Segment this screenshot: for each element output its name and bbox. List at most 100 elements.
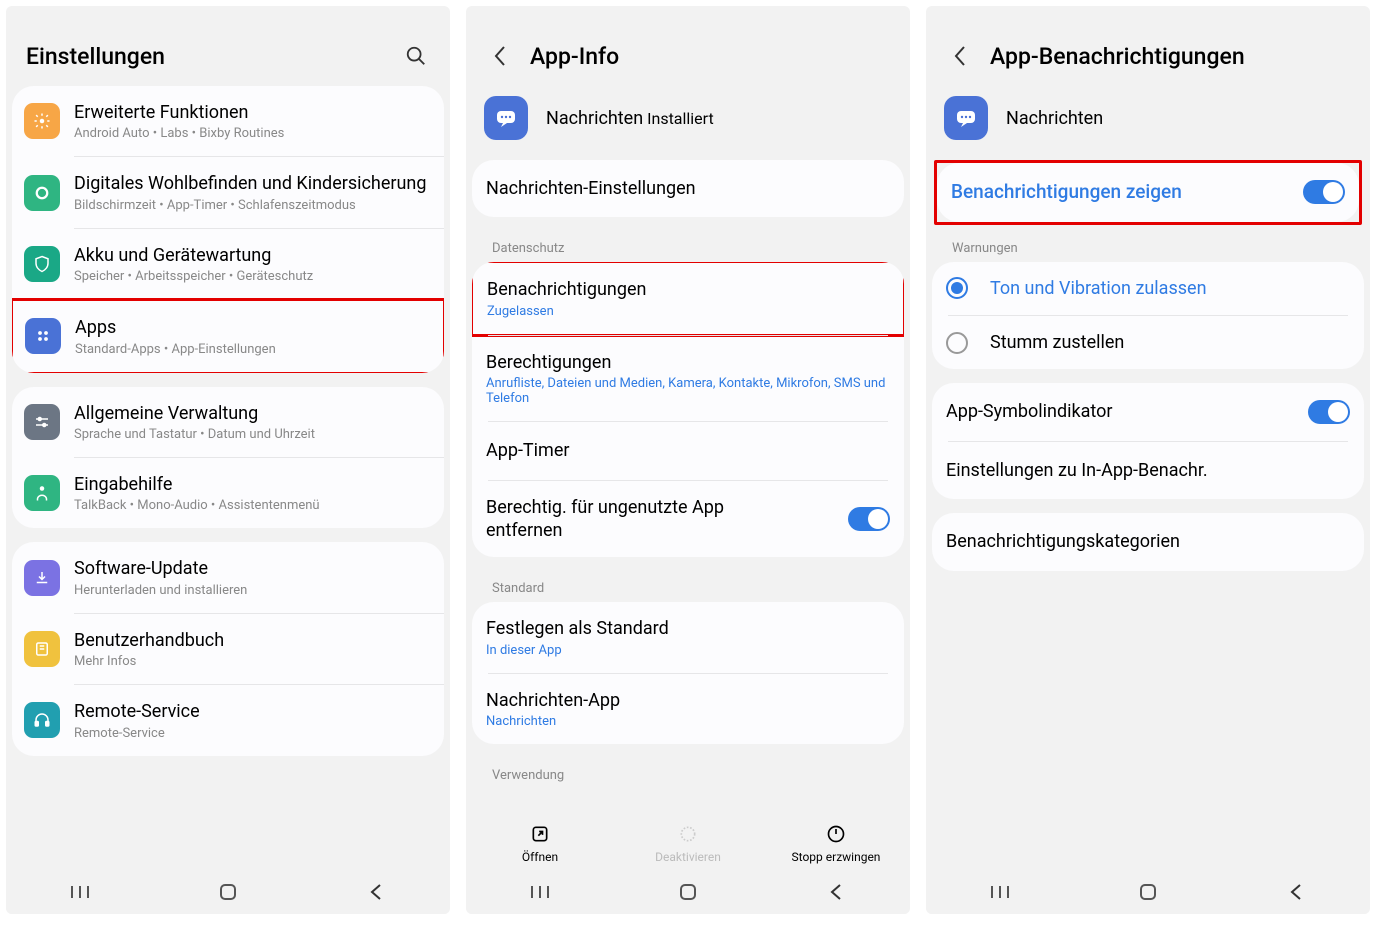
item-label: Berechtig. für ungenutzte App entfernen [486, 496, 766, 543]
setting-item-wohlbefinden[interactable]: Digitales Wohlbefinden und Kindersicheru… [12, 157, 444, 227]
app-name: Nachrichten [1006, 108, 1103, 129]
toggle-show-notif[interactable] [1303, 180, 1345, 204]
nav-back-button[interactable] [821, 882, 851, 902]
setting-item-handbuch[interactable]: Benutzerhandbuch Mehr Infos [12, 614, 444, 684]
nav-home-button[interactable] [213, 882, 243, 902]
item-label: Digitales Wohlbefinden und Kindersicheru… [74, 172, 430, 195]
item-label: Einstellungen zu In-App-Benachr. [946, 457, 1350, 484]
stop-icon [826, 824, 846, 844]
item-sub: Standard-Apps • App-Einstellungen [75, 342, 429, 357]
item-label: Benachrichtigungskategorien [946, 528, 1350, 555]
ring-icon [24, 175, 60, 211]
item-sub: Zugelassen [487, 304, 889, 319]
nav-back-button[interactable] [361, 882, 391, 902]
categories-card: Benachrichtigungskategorien [932, 513, 1364, 570]
screen-app-notifications: App-Benachrichtigungen Nachrichten Benac… [926, 6, 1370, 914]
item-remove-unused[interactable]: Berechtig. für ungenutzte App entfernen [472, 481, 904, 558]
setting-item-remote[interactable]: Remote-Service Remote-Service [12, 685, 444, 755]
bottom-actions: Öffnen Deaktivieren Stopp erzwingen [466, 820, 910, 870]
page-title: App-Info [530, 43, 890, 70]
search-icon [405, 45, 427, 67]
nav-bar [6, 870, 450, 914]
setting-item-akku[interactable]: Akku und Gerätewartung Speicher • Arbeit… [12, 229, 444, 299]
item-sub: In dieser App [486, 643, 890, 658]
item-label: Erweiterte Funktionen [74, 101, 430, 124]
section-verwendung: Verwendung [472, 758, 904, 789]
alerts-card: Ton und Vibration zulassen Stumm zustell… [932, 262, 1364, 370]
item-benachrichtigungen[interactable]: Benachrichtigungen Zugelassen [473, 263, 903, 333]
app-status: Installiert [647, 109, 714, 128]
item-label: Benachrichtigungen [487, 278, 889, 301]
radio-silent[interactable] [946, 332, 968, 354]
nav-bar [466, 870, 910, 914]
open-icon [530, 824, 550, 844]
highlight-notif: Benachrichtigungen Zugelassen [472, 262, 904, 336]
setting-item-eingabehilfe[interactable]: Eingabehilfe TalkBack • Mono-Audio • Ass… [12, 458, 444, 528]
nav-bar [926, 870, 1370, 914]
page-title: Einstellungen [26, 43, 402, 70]
setting-item-apps[interactable]: Apps Standard-Apps • App-Einstellungen [13, 301, 443, 371]
section-warnungen: Warnungen [932, 231, 1364, 262]
item-inapp[interactable]: Einstellungen zu In-App-Benachr. [932, 442, 1364, 499]
item-app-timer[interactable]: App-Timer [472, 422, 904, 479]
header: App-Info [466, 6, 910, 86]
item-label: Apps [75, 316, 429, 339]
item-label: Software-Update [74, 557, 430, 580]
action-label: Öffnen [522, 850, 558, 864]
deactivate-icon [678, 824, 698, 844]
screen-settings: Einstellungen Erweiterte Funktionen Andr… [6, 6, 450, 914]
sliders-icon [24, 404, 60, 440]
item-berechtigungen[interactable]: Berechtigungen Anrufliste, Dateien und M… [472, 336, 904, 421]
item-badge[interactable]: App-Symbolindikator [932, 383, 1364, 440]
back-button[interactable] [946, 42, 974, 70]
header: App-Benachrichtigungen [926, 6, 1370, 86]
notif-body: Benachrichtigungen zeigen Warnungen Ton … [926, 160, 1370, 870]
item-label: Berechtigungen [486, 351, 890, 374]
radio-allow-sound[interactable] [946, 277, 968, 299]
settings-card: Nachrichten-Einstellungen [472, 160, 904, 217]
item-categories[interactable]: Benachrichtigungskategorien [932, 513, 1364, 570]
item-label: Festlegen als Standard [486, 617, 890, 640]
item-label: Remote-Service [74, 700, 430, 723]
item-show-notif[interactable]: Benachrichtigungen zeigen [937, 163, 1359, 222]
nav-recent-button[interactable] [65, 882, 95, 902]
toggle-remove-unused[interactable] [848, 507, 890, 531]
item-label: Ton und Vibration zulassen [990, 277, 1207, 300]
item-label: Stumm zustellen [990, 331, 1124, 354]
item-label: Benutzerhandbuch [74, 629, 430, 652]
person-icon [24, 475, 60, 511]
setting-item-verwaltung[interactable]: Allgemeine Verwaltung Sprache und Tastat… [12, 387, 444, 457]
nav-home-button[interactable] [1133, 882, 1163, 902]
setting-item-update[interactable]: Software-Update Herunterladen und instal… [12, 542, 444, 612]
item-msg-app[interactable]: Nachrichten-App Nachrichten [472, 674, 904, 744]
action-open[interactable]: Öffnen [467, 824, 614, 864]
back-button[interactable] [486, 42, 514, 70]
item-sub: TalkBack • Mono-Audio • Assistentenmenü [74, 498, 430, 513]
gear-icon [24, 103, 60, 139]
item-label: Benachrichtigungen zeigen [951, 178, 1293, 207]
std-card: Festlegen als Standard In dieser App Nac… [472, 602, 904, 744]
search-button[interactable] [402, 42, 430, 70]
item-allow-sound[interactable]: Ton und Vibration zulassen [932, 262, 1364, 315]
nav-recent-button[interactable] [525, 882, 555, 902]
action-force-stop[interactable]: Stopp erzwingen [763, 824, 910, 864]
setting-item-erweiterte-funktionen[interactable]: Erweiterte Funktionen Android Auto • Lab… [12, 86, 444, 156]
item-nachrichten-einstellungen[interactable]: Nachrichten-Einstellungen [472, 160, 904, 217]
settings-card: Software-Update Herunterladen und instal… [12, 542, 444, 755]
section-datenschutz: Datenschutz [472, 231, 904, 262]
action-label: Deaktivieren [655, 850, 721, 864]
action-label: Stopp erzwingen [792, 850, 881, 864]
item-set-default[interactable]: Festlegen als Standard In dieser App [472, 602, 904, 672]
item-silent[interactable]: Stumm zustellen [932, 316, 1364, 369]
header: Einstellungen [6, 6, 450, 86]
toggle-badge[interactable] [1308, 400, 1350, 424]
grid-icon [25, 318, 61, 354]
item-sub: Sprache und Tastatur • Datum und Uhrzeit [74, 427, 430, 442]
nav-home-button[interactable] [673, 882, 703, 902]
item-sub: Speicher • Arbeitsspeicher • Geräteschut… [74, 269, 430, 284]
app-summary: Nachrichten [926, 86, 1370, 160]
nav-back-button[interactable] [1281, 882, 1311, 902]
item-label: App-Symbolindikator [946, 398, 1298, 425]
nav-recent-button[interactable] [985, 882, 1015, 902]
item-sub: Bildschirmzeit • App-Timer • Schlafensze… [74, 198, 430, 213]
